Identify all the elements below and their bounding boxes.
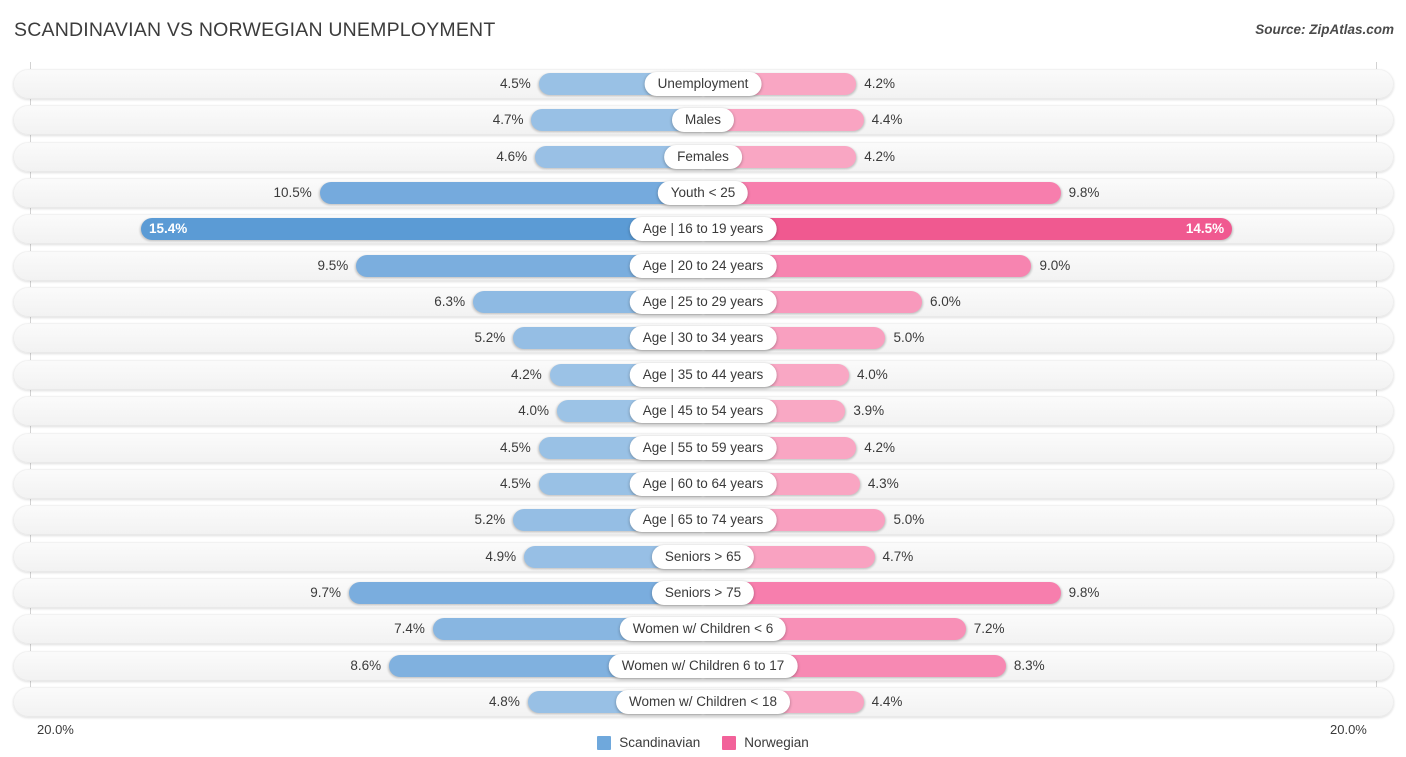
bar-norwegian[interactable] [703,218,1233,241]
source-attribution: Source: ZipAtlas.com [1255,22,1394,37]
chart-row: 4.7% 4.4% Males [13,105,1394,136]
value-label-scandinavian: 4.5% [499,439,531,455]
category-label-pill[interactable]: Age | 60 to 64 years [629,471,777,496]
bar-scandinavian[interactable] [141,218,703,241]
value-label-scandinavian: 4.8% [489,693,520,709]
category-label-pill[interactable]: Age | 45 to 54 years [629,399,777,424]
value-label-scandinavian: 8.6% [350,657,382,673]
category-label-pill[interactable]: Females [664,144,742,169]
category-label-pill[interactable]: Age | 30 to 34 years [629,326,777,351]
value-label-scandinavian: 10.5% [273,185,312,201]
chart-row: 4.5% 4.3% Age | 60 to 64 years [13,468,1394,499]
value-label-scandinavian: 5.2% [474,330,506,346]
value-label-norwegian: 4.2% [864,148,896,164]
category-label-pill[interactable]: Women w/ Children < 6 [619,617,787,642]
value-label-norwegian: 9.0% [1039,257,1071,273]
category-label-pill[interactable]: Age | 55 to 59 years [629,435,777,460]
value-label-scandinavian: 4.0% [518,403,550,419]
chart-header: SCANDINAVIAN VS NORWEGIAN UNEMPLOYMENT S… [0,0,1406,60]
value-label-scandinavian: 4.5% [499,475,531,491]
chart-row: 10.5% 9.8% Youth < 25 [13,178,1394,209]
chart-row: 4.5% 4.2% Unemployment [13,69,1394,99]
category-label-pill[interactable]: Unemployment [644,72,762,96]
legend-label: Norwegian [744,735,809,750]
value-label-norwegian: 5.0% [893,330,925,346]
value-label-norwegian: 4.7% [882,548,914,564]
category-label-pill[interactable]: Youth < 25 [657,181,749,206]
value-label-scandinavian: 5.2% [474,512,506,528]
value-label-norwegian: 4.2% [864,439,896,455]
chart-row: 4.9% 4.7% Seniors > 65 [13,541,1394,572]
category-label-pill[interactable]: Seniors > 65 [651,544,755,569]
chart-row: 5.2% 5.0% Age | 30 to 34 years [13,323,1394,354]
value-label-norwegian: 4.2% [864,76,896,91]
value-label-scandinavian: 4.9% [485,548,517,564]
page-title: SCANDINAVIAN VS NORWEGIAN UNEMPLOYMENT [14,19,496,41]
chart-row: 9.5% 9.0% Age | 20 to 24 years [13,250,1394,281]
chart-legend: Scandinavian Norwegian [0,735,1406,750]
category-label-pill[interactable]: Age | 65 to 74 years [629,508,777,533]
chart-footer: 20.0% 20.0% Scandinavian Norwegian [0,717,1406,757]
chart-row: 4.5% 4.2% Age | 55 to 59 years [13,432,1394,463]
chart-row: 7.4% 7.2% Women w/ Children < 6 [13,614,1394,645]
value-label-norwegian: 6.0% [929,294,961,310]
value-label-scandinavian: 6.3% [434,294,466,310]
bar-norwegian[interactable] [703,182,1061,205]
legend-swatch-icon [597,735,612,750]
chart-row: 15.4% 14.5% Age | 16 to 19 years [13,214,1394,245]
value-label-norwegian: 9.8% [1068,584,1100,600]
chart-row: 4.6% 4.2% Females [13,141,1394,172]
value-label-scandinavian: 4.5% [499,76,531,91]
value-label-norwegian: 14.5% [1185,221,1225,237]
value-label-norwegian: 7.2% [973,621,1005,637]
chart-row: 4.8% 4.4% Women w/ Children < 18 [13,686,1394,717]
category-label-pill[interactable]: Age | 16 to 19 years [629,217,777,242]
category-label-pill[interactable]: Age | 20 to 24 years [629,253,777,278]
category-label-pill[interactable]: Age | 35 to 44 years [629,362,777,387]
chart-row: 4.2% 4.0% Age | 35 to 44 years [13,359,1394,390]
category-label-pill[interactable]: Males [671,108,735,133]
bar-scandinavian[interactable] [349,581,703,604]
chart-row: 4.0% 3.9% Age | 45 to 54 years [13,396,1394,427]
value-label-norwegian: 3.9% [853,403,885,419]
value-label-norwegian: 4.4% [871,112,903,128]
bar-scandinavian[interactable] [319,182,703,205]
value-label-norwegian: 9.8% [1068,185,1100,201]
value-label-scandinavian: 4.2% [510,366,542,382]
legend-item-scandinavian[interactable]: Scandinavian [597,735,700,750]
chart-plot-area: 4.5% 4.2% Unemployment 4.7% 4.4% Males 4.6% 4.2… [0,62,1406,717]
chart-row: 6.3% 6.0% Age | 25 to 29 years [13,287,1394,318]
value-label-scandinavian: 4.7% [492,112,524,128]
value-label-norwegian: 8.3% [1013,657,1045,673]
legend-swatch-icon [722,735,737,750]
value-label-scandinavian: 7.4% [394,621,425,637]
value-label-norwegian: 4.4% [871,693,903,709]
value-label-norwegian: 4.0% [856,366,888,382]
category-label-pill[interactable]: Women w/ Children 6 to 17 [608,653,798,678]
value-label-scandinavian: 4.6% [496,148,528,164]
legend-item-norwegian[interactable]: Norwegian [722,735,809,750]
value-label-norwegian: 5.0% [893,512,925,528]
chart-row: 8.6% 8.3% Women w/ Children 6 to 17 [13,650,1394,681]
value-label-norwegian: 4.3% [867,475,899,491]
bar-norwegian[interactable] [703,581,1061,604]
bar-rows-container: 4.5% 4.2% Unemployment 4.7% 4.4% Males 4.6% 4.2… [0,62,1406,717]
chart-row: 9.7% 9.8% Seniors > 75 [13,577,1394,608]
legend-label: Scandinavian [619,735,701,750]
value-label-scandinavian: 9.5% [317,257,349,273]
category-label-pill[interactable]: Seniors > 75 [651,580,755,605]
value-label-scandinavian: 9.7% [310,584,341,600]
chart-row: 5.2% 5.0% Age | 65 to 74 years [13,505,1394,536]
category-label-pill[interactable]: Women w/ Children < 18 [616,689,790,714]
value-label-scandinavian: 15.4% [149,221,188,237]
category-label-pill[interactable]: Age | 25 to 29 years [629,290,777,315]
